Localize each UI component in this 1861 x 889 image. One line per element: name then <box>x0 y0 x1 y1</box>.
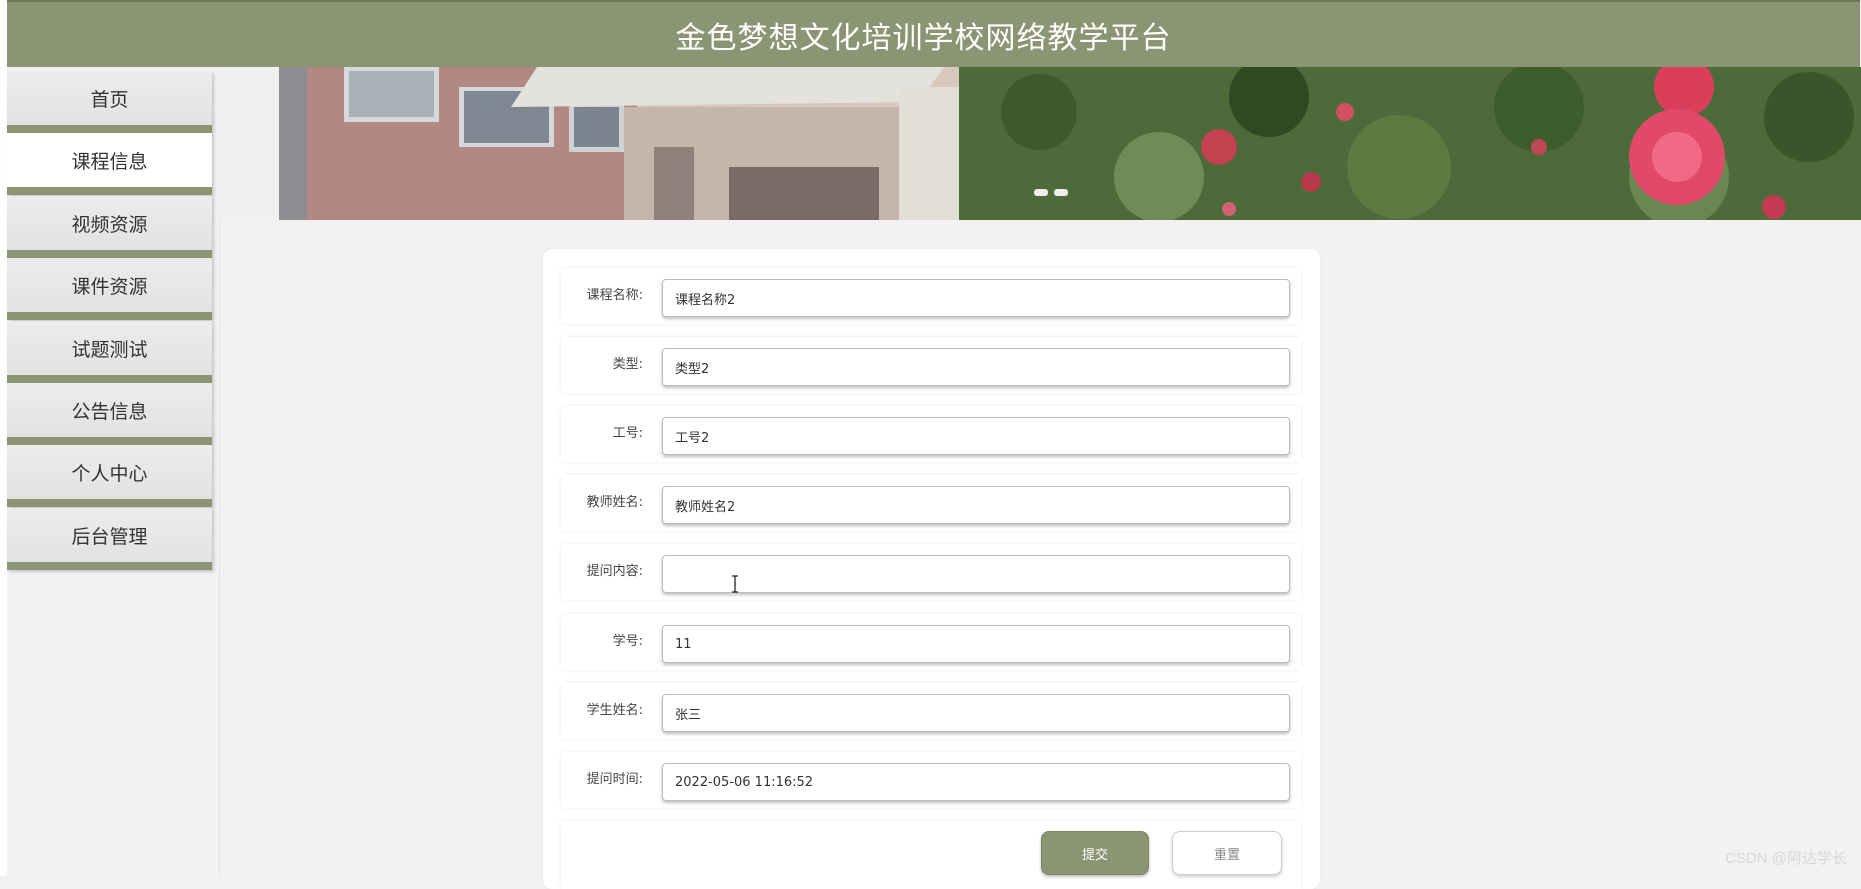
banner-carousel <box>219 67 1861 220</box>
question-time-label: 提问时间: <box>586 772 643 787</box>
course-name-label: 课程名称: <box>586 288 643 303</box>
sidebar-item-label: 课程信息 <box>71 150 148 173</box>
sidebar-item-label: 视频资源 <box>71 213 148 236</box>
form-row-question-content: 提问内容: <box>561 544 1301 600</box>
form-row-student-id: 学号: <box>561 614 1301 670</box>
form-row-teacher-name: 教师姓名: <box>561 475 1301 531</box>
course-name-input[interactable] <box>662 279 1290 317</box>
student-id-input[interactable] <box>662 625 1290 663</box>
watermark: CSDN @阿达学长 <box>1725 850 1847 867</box>
banner-image <box>219 67 1861 220</box>
student-name-label: 学生姓名: <box>586 703 643 718</box>
form-actions: 提交 重置 <box>561 821 1301 889</box>
sidebar-item-home[interactable]: 首页 <box>7 71 212 133</box>
sidebar-item-admin[interactable]: 后台管理 <box>7 508 212 570</box>
submit-button[interactable]: 提交 <box>1041 831 1149 875</box>
student-id-label: 学号: <box>612 634 643 649</box>
student-name-input[interactable] <box>662 694 1290 732</box>
form-row-student-name: 学生姓名: <box>561 683 1301 739</box>
text-cursor-icon <box>732 575 738 593</box>
sidebar-item-profile[interactable]: 个人中心 <box>7 445 212 507</box>
sidebar-item-label: 课件资源 <box>71 275 148 298</box>
staff-id-label: 工号: <box>612 426 643 441</box>
type-label: 类型: <box>612 357 643 372</box>
teacher-name-label: 教师姓名: <box>586 495 643 510</box>
form-row-course-name: 课程名称: <box>561 268 1301 324</box>
sidebar-item-notices[interactable]: 公告信息 <box>7 383 212 445</box>
staff-id-input[interactable] <box>662 417 1290 455</box>
sidebar-item-tests[interactable]: 试题测试 <box>7 321 212 383</box>
form-row-type: 类型: <box>561 337 1301 393</box>
sidebar-item-courses[interactable]: 课程信息 <box>7 133 212 195</box>
window-left-edge <box>0 0 7 876</box>
form-row-question-time: 提问时间: <box>561 752 1301 808</box>
question-time-input[interactable] <box>662 763 1290 801</box>
type-input[interactable] <box>662 348 1290 386</box>
sidebar-nav: 首页 课程信息 视频资源 课件资源 试题测试 公告信息 个人中心 后台管理 <box>7 67 220 876</box>
site-header: 金色梦想文化培训学校网络教学平台 <box>7 0 1860 67</box>
question-content-label: 提问内容: <box>586 564 643 579</box>
reset-button[interactable]: 重置 <box>1172 831 1282 875</box>
teacher-name-input[interactable] <box>662 486 1290 524</box>
form-row-staff-id: 工号: <box>561 406 1301 462</box>
question-content-input[interactable] <box>662 555 1290 593</box>
sidebar-item-videos[interactable]: 视频资源 <box>7 196 212 258</box>
question-form: 课程名称: 类型: 工号: 教师姓名: 提问内容: 学号: 学生姓名: 提问时间… <box>543 249 1320 889</box>
sidebar-item-label: 后台管理 <box>71 525 148 548</box>
sidebar-item-label: 个人中心 <box>71 462 148 485</box>
site-title: 金色梦想文化培训学校网络教学平台 <box>675 20 1172 56</box>
sidebar-item-label: 公告信息 <box>71 400 148 423</box>
sidebar-item-courseware[interactable]: 课件资源 <box>7 258 212 320</box>
sidebar-item-label: 试题测试 <box>71 338 148 361</box>
sidebar-item-label: 首页 <box>90 88 129 111</box>
